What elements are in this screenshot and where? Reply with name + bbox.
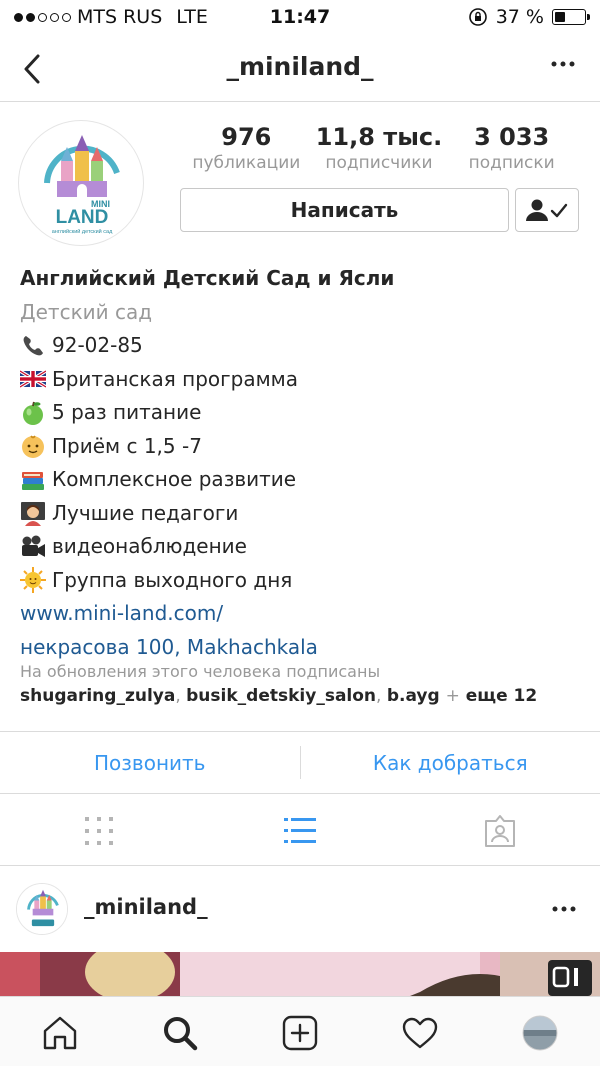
posts-label: публикации [192,153,301,173]
bio-line: Группа выходного дня [20,564,590,598]
sun-icon [20,567,46,594]
bio-phone[interactable]: 92-02-85 [52,329,143,363]
followed-by-user[interactable]: busik_detskiy_salon [186,686,376,706]
comma-separator: , [376,686,387,706]
post-author-username[interactable]: _miniland_ [84,895,208,919]
plus-sign: + [445,686,460,706]
activity-heart-icon[interactable] [401,1014,439,1052]
following-count: 3 033 [474,123,550,151]
message-button[interactable]: Написать [180,188,509,232]
list-view-icon[interactable] [283,814,317,848]
teacher-icon [21,502,45,527]
contact-actions: Позвонить Как добраться [0,731,600,794]
followed-by-label: На обновления этого человека подписаны [20,662,381,681]
status-right: 37 % [468,6,590,28]
profile-header: MINI LAND английский детский сад 976 пуб… [0,118,600,258]
miniland-logo: MINI LAND английский детский сад [44,135,120,235]
bottom-tab-bar [0,996,600,1066]
bio-text: видеонаблюдение [52,534,247,558]
profile-avatar[interactable]: MINI LAND английский детский сад [18,120,144,246]
status-bar: MTS RUS LTE 11:47 37 % [0,0,600,36]
new-post-icon[interactable] [281,1014,319,1052]
bio-text: 5 раз питание [52,400,202,424]
own-profile-avatar-icon[interactable] [521,1014,559,1052]
post-more-icon[interactable] [552,905,576,913]
followed-by-user[interactable]: shugaring_zulya [20,686,175,706]
green-apple-icon [23,401,43,425]
logo-text-subtitle: английский детский сад [52,228,113,235]
profile-bio: Английский Детский Сад и Ясли Детский са… [20,262,590,664]
bio-line: 5 раз питание [20,396,590,430]
baby-icon [22,435,44,459]
bio-text: Лучшие педагоги [52,500,239,525]
nav-bar: _miniland_ [0,36,600,102]
bio-line: 92-02-85 [20,329,590,363]
address-link[interactable]: некрасова 100, Makhachkala [20,631,590,665]
following-stat[interactable]: 3 033 подписки [445,122,578,174]
bio-text: Приём с 1,5 -7 [52,433,202,458]
bio-text: Комплексное развитие [52,467,297,491]
following-toggle-button[interactable] [515,188,579,232]
profile-stats: 976 публикации 11,8 тыс. подписчики 3 03… [180,122,578,174]
home-icon[interactable] [41,1014,79,1052]
posts-stat[interactable]: 976 публикации [180,122,313,174]
call-button[interactable]: Позвонить [0,732,300,793]
bio-line: Приём с 1,5 -7 [20,430,590,464]
bio-line: видеонаблюдение [20,530,590,564]
orientation-lock-icon [468,8,487,26]
posts-count: 976 [221,123,272,151]
post-author-avatar[interactable] [16,883,68,935]
followed-by-user[interactable]: b.ayg [387,686,440,706]
comma-separator: , [175,686,187,706]
bio-line: Комплексное развитие [20,463,590,497]
uk-flag-icon [20,369,46,389]
more-options-icon[interactable] [550,60,576,68]
profile-full-name: Английский Детский Сад и Ясли [20,266,395,290]
battery-icon [552,9,590,25]
post-image[interactable] [0,952,600,996]
profile-category: Детский сад [20,299,153,324]
battery-percent: 37 % [495,6,544,28]
video-camera-icon [22,535,45,557]
profile-view-tabs [0,794,600,866]
post-photo [0,952,600,996]
battery-level [555,12,566,22]
profile-username-title: _miniland_ [226,52,374,81]
bio-text: Британская программа [52,366,299,391]
post-header: _miniland_ [0,866,600,952]
phone-icon [23,335,43,356]
website-link[interactable]: www.mini-land.com/ [20,597,590,631]
grid-view-icon[interactable] [82,814,116,848]
books-icon [22,471,44,490]
followers-count: 11,8 тыс. [315,123,443,151]
bio-line: Лучшие педагоги [20,497,590,531]
logo-text-land: LAND [56,207,109,228]
video-indicator-icon [548,960,592,996]
followers-stat[interactable]: 11,8 тыс. подписчики [313,122,446,174]
tagged-photos-icon[interactable] [483,814,517,848]
bio-text: Группа выходного дня [52,567,293,592]
user-check-icon [526,199,568,221]
followed-by-more[interactable]: еще 12 [466,686,537,706]
followed-by-users: shugaring_zulya, busik_detskiy_salon, b.… [20,684,590,708]
bio-line: Британская программа [20,363,590,397]
directions-button[interactable]: Как добраться [301,732,600,793]
followers-label: подписчики [325,153,433,173]
miniland-logo-small [17,884,67,934]
search-icon[interactable] [161,1014,199,1052]
following-label: подписки [468,153,555,173]
followed-by: На обновления этого человека подписаны s… [20,660,590,708]
